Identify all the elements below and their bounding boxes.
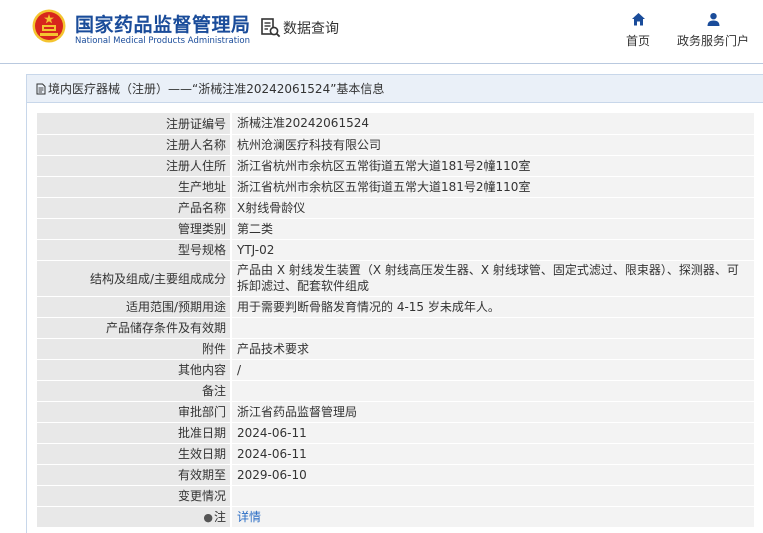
field-label: 注册人住所 xyxy=(37,155,232,177)
field-label: 审批部门 xyxy=(37,401,232,423)
field-label: 结构及组成/主要组成成分 xyxy=(37,260,232,297)
note-label: 注 xyxy=(213,510,226,524)
nav-home-label: 首页 xyxy=(625,34,650,48)
table-row: 变更情况 xyxy=(37,485,754,507)
note-label-cell: ●注 xyxy=(37,506,232,528)
table-row: 备注 xyxy=(37,380,754,402)
data-query-label: 数据查询 xyxy=(283,21,339,37)
field-value: 产品技术要求 xyxy=(231,338,754,360)
field-label: 变更情况 xyxy=(37,485,232,507)
field-value: 用于需要判断骨骼发育情况的 4-15 岁未成年人。 xyxy=(231,296,754,318)
table-row: 批准日期 2024-06-11 xyxy=(37,422,754,444)
home-icon xyxy=(631,13,645,26)
table-row: 型号规格 YTJ-02 xyxy=(37,239,754,261)
field-label: 生产地址 xyxy=(37,176,232,198)
pin-icon: ● xyxy=(203,511,213,524)
site-header: 国家药品监督管理局 National Medical Products Admi… xyxy=(0,0,763,64)
table-row: 注册人住所 浙江省杭州市余杭区五常街道五常大道181号2幢110室 xyxy=(37,155,754,177)
field-label: 型号规格 xyxy=(37,239,232,261)
table-row: 生产地址 浙江省杭州市余杭区五常街道五常大道181号2幢110室 xyxy=(37,176,754,198)
table-row: 注册人名称 杭州沧澜医疗科技有限公司 xyxy=(37,134,754,156)
field-value: X射线骨龄仪 xyxy=(231,197,754,219)
table-row: 其他内容 / xyxy=(37,359,754,381)
table-row: 适用范围/预期用途 用于需要判断骨骼发育情况的 4-15 岁未成年人。 xyxy=(37,296,754,318)
table-row: ●注 详情 xyxy=(37,506,754,528)
field-label: 注册证编号 xyxy=(37,113,232,135)
field-label: 附件 xyxy=(37,338,232,360)
field-label: 有效期至 xyxy=(37,464,232,486)
field-value: 2024-06-11 xyxy=(231,422,754,444)
field-value: 浙江省药品监督管理局 xyxy=(231,401,754,423)
field-value: YTJ-02 xyxy=(231,239,754,261)
field-value: 第二类 xyxy=(231,218,754,240)
table-row: 结构及组成/主要组成成分 产品由 X 射线发生装置（X 射线高压发生器、X 射线球… xyxy=(37,260,754,297)
field-value: 2024-06-11 xyxy=(231,443,754,465)
field-value: 浙江省杭州市余杭区五常街道五常大道181号2幢110室 xyxy=(231,176,754,198)
field-value: 浙械注准20242061524 xyxy=(231,113,754,135)
national-emblem-icon[interactable] xyxy=(32,9,66,43)
table-row: 有效期至 2029-06-10 xyxy=(37,464,754,486)
table-row: 生效日期 2024-06-11 xyxy=(37,443,754,465)
device-info-panel: 境内医疗器械（注册）——“浙械注准20242061524”基本信息 注册证编号浙… xyxy=(26,74,763,533)
field-label: 生效日期 xyxy=(37,443,232,465)
field-label: 产品储存条件及有效期 xyxy=(37,317,232,339)
table-row: 产品储存条件及有效期 xyxy=(37,317,754,339)
details-link[interactable]: 详情 xyxy=(237,510,261,524)
nav-gov-label: 政务服务门户 xyxy=(676,34,749,48)
document-icon xyxy=(36,83,46,94)
field-value: 杭州沧澜医疗科技有限公司 xyxy=(231,134,754,156)
field-label: 其他内容 xyxy=(37,359,232,381)
field-label: 产品名称 xyxy=(37,197,232,219)
table-row: 注册证编号 浙械注准20242061524 xyxy=(37,113,754,135)
field-value: 产品由 X 射线发生装置（X 射线高压发生器、X 射线球管、固定式滤过、限束器）… xyxy=(231,260,754,297)
panel-title-bar: 境内医疗器械（注册）——“浙械注准20242061524”基本信息 xyxy=(27,75,763,103)
site-title[interactable]: 国家药品监督管理局 xyxy=(75,10,251,37)
site-subtitle: National Medical Products Administration xyxy=(75,36,250,46)
panel-title: 境内医疗器械（注册）——“浙械注准20242061524”基本信息 xyxy=(48,82,385,96)
field-value xyxy=(231,485,754,507)
field-label: 注册人名称 xyxy=(37,134,232,156)
field-value: 2029-06-10 xyxy=(231,464,754,486)
table-row: 管理类别 第二类 xyxy=(37,218,754,240)
nav-gov-service-portal[interactable]: 政务服务门户 xyxy=(672,12,754,49)
field-label: 备注 xyxy=(37,380,232,402)
data-query-link[interactable]: 数据查询 xyxy=(260,16,339,40)
field-value xyxy=(231,317,754,339)
table-row: 附件 产品技术要求 xyxy=(37,338,754,360)
note-value-cell: 详情 xyxy=(231,506,754,528)
document-search-icon xyxy=(261,18,281,38)
info-table: 注册证编号 浙械注准20242061524 注册人名称 杭州沧澜医疗科技有限公司 注… xyxy=(37,113,754,528)
nav-home[interactable]: 首页 xyxy=(612,12,664,49)
field-label: 批准日期 xyxy=(37,422,232,444)
field-value xyxy=(231,380,754,402)
user-icon xyxy=(707,13,719,26)
field-value: 浙江省杭州市余杭区五常街道五常大道181号2幢110室 xyxy=(231,155,754,177)
field-label: 适用范围/预期用途 xyxy=(37,296,232,318)
field-label: 管理类别 xyxy=(37,218,232,240)
table-row: 审批部门 浙江省药品监督管理局 xyxy=(37,401,754,423)
field-value: / xyxy=(231,359,754,381)
table-row: 产品名称 X射线骨龄仪 xyxy=(37,197,754,219)
